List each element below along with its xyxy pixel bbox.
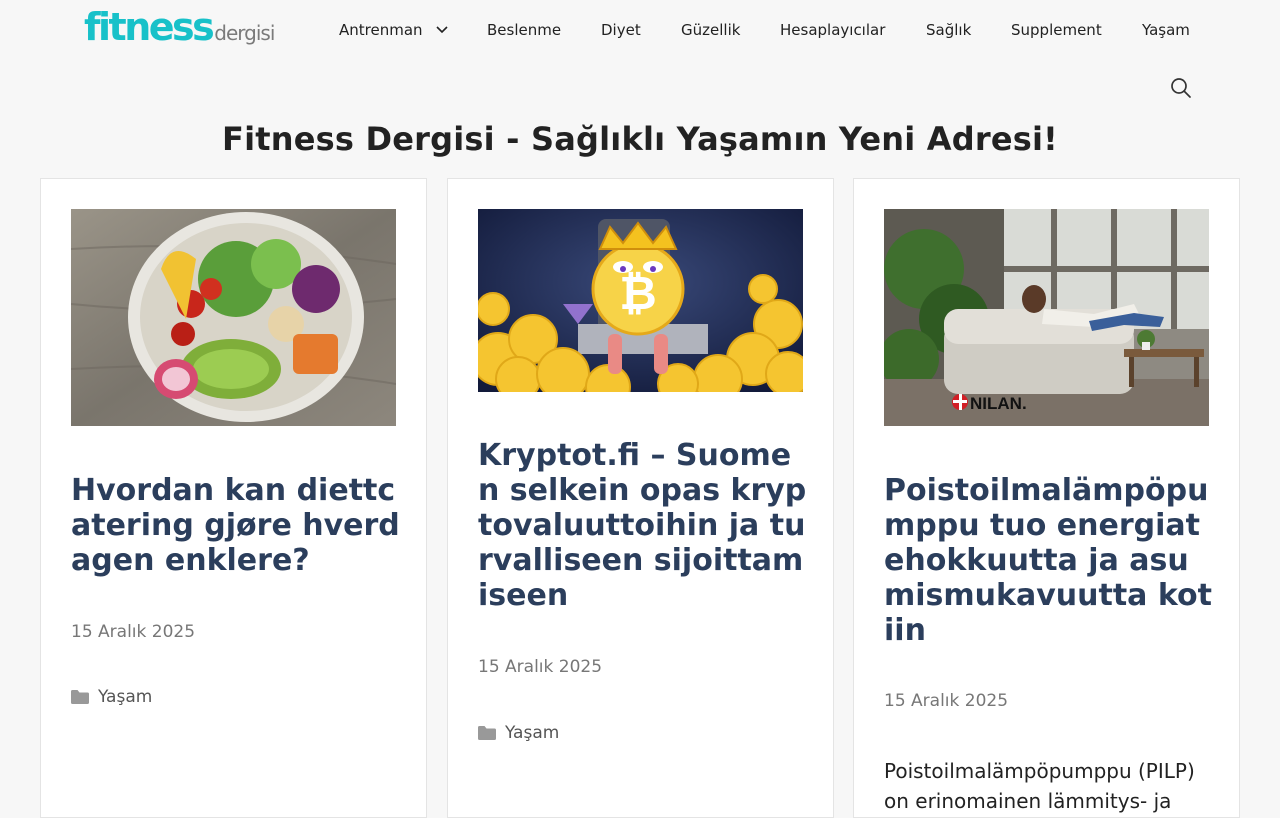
- post-category[interactable]: Yaşam: [71, 687, 152, 707]
- post-title-link[interactable]: Hvordan kan diettcatering gjøre hverdage…: [71, 473, 401, 578]
- post-card: Hvordan kan diettcatering gjøre hverdage…: [40, 178, 427, 818]
- post-date: 15 Aralık 2025: [884, 691, 1009, 711]
- site-header: fitness dergisi Antrenman Beslenme Diyet…: [0, 0, 1280, 120]
- folder-icon: [478, 726, 496, 740]
- nav-item-antrenman[interactable]: Antrenman: [339, 19, 449, 41]
- nav-item-diyet[interactable]: Diyet: [601, 19, 641, 41]
- svg-text:₿: ₿: [619, 266, 657, 320]
- main-navigation: Antrenman Beslenme Diyet Güzellik Hesapl…: [0, 0, 1280, 120]
- living-room-image[interactable]: NILAN.: [884, 209, 1209, 426]
- chevron-down-icon: [435, 26, 448, 34]
- nilan-brand-logo: NILAN.: [970, 394, 1027, 413]
- search-icon[interactable]: [1170, 77, 1192, 99]
- post-category-label: Yaşam: [98, 687, 153, 707]
- post-title-link[interactable]: Kryptot.fi – Suomen selkein opas kryptov…: [478, 438, 808, 613]
- post-title-link[interactable]: Poistoilmalämpöpumppu tuo energiatehokku…: [884, 473, 1214, 648]
- post-date: 15 Aralık 2025: [478, 657, 603, 677]
- salad-bowl-image[interactable]: [71, 209, 396, 426]
- folder-icon: [71, 690, 89, 704]
- nav-item-beslenme[interactable]: Beslenme: [487, 19, 561, 41]
- nav-item-supplement[interactable]: Supplement: [1011, 19, 1102, 41]
- nav-item-yasam[interactable]: Yaşam: [1142, 19, 1190, 41]
- post-card: ₿ Kryptot.fi – Suomen selkein opas krypt…: [447, 178, 834, 818]
- post-category[interactable]: Yaşam: [478, 723, 559, 743]
- post-excerpt: Poistoilmalämpöpumppu (PILP) on erinomai…: [884, 759, 1195, 813]
- post-card: NILAN. Poistoilmalämpöpumppu tuo energia…: [853, 178, 1240, 818]
- nav-item-hesaplayicilar[interactable]: Hesaplayıcılar: [780, 19, 885, 41]
- nav-item-label: Antrenman: [339, 21, 423, 39]
- nav-item-guzellik[interactable]: Güzellik: [681, 19, 740, 41]
- nav-item-saglik[interactable]: Sağlık: [926, 19, 971, 41]
- bitcoin-king-image[interactable]: ₿: [478, 209, 803, 392]
- post-category-label: Yaşam: [505, 723, 560, 743]
- post-date: 15 Aralık 2025: [71, 622, 196, 642]
- page-title: Fitness Dergisi - Sağlıklı Yaşamın Yeni …: [222, 120, 1058, 158]
